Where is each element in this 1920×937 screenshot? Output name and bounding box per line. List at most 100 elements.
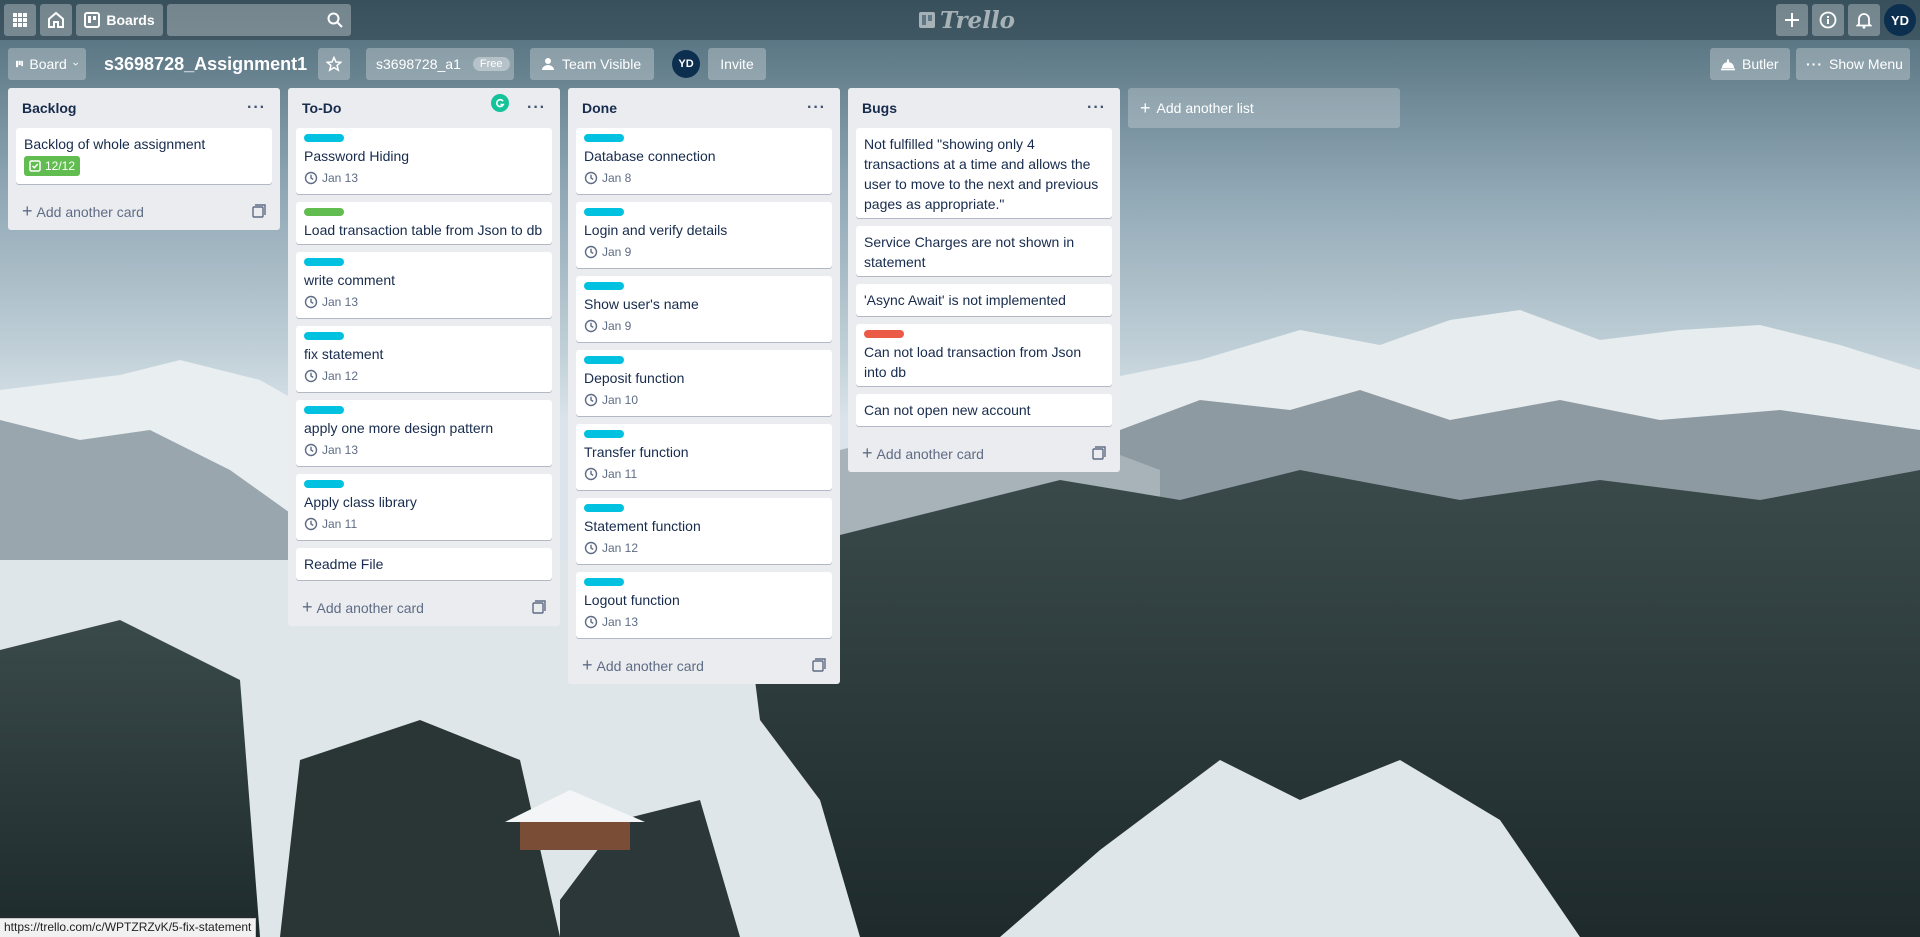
card-title: Readme File <box>304 556 384 572</box>
boards-label: Boards <box>106 12 155 28</box>
list-header[interactable]: Backlog ··· <box>16 88 272 128</box>
card[interactable]: write comment Jan 13 <box>296 252 552 318</box>
list-menu-icon[interactable]: ··· <box>807 99 826 117</box>
list-backlog: Backlog ··· Backlog of whole assignment … <box>8 88 280 230</box>
card[interactable]: Apply class library Jan 11 <box>296 474 552 540</box>
card-label <box>584 208 624 216</box>
list-title[interactable]: To-Do <box>302 100 341 116</box>
team-button[interactable]: s3698728_a1 Free <box>366 48 514 80</box>
list-title[interactable]: Bugs <box>862 100 897 116</box>
list-title[interactable]: Done <box>582 100 617 116</box>
card-title: Can not load transaction from Json into … <box>864 344 1082 380</box>
card-label <box>304 134 344 142</box>
card-title: Statement function <box>584 518 701 534</box>
card[interactable]: Login and verify details Jan 9 <box>576 202 832 268</box>
show-menu-button[interactable]: ··· Show Menu <box>1796 48 1910 80</box>
card-title: fix statement <box>304 346 384 362</box>
trello-logo-icon <box>919 12 935 28</box>
add-card-label: Add another card <box>36 203 144 220</box>
due-badge: Jan 13 <box>304 290 544 314</box>
home-button[interactable] <box>40 4 72 36</box>
card[interactable]: Transfer function Jan 11 <box>576 424 832 490</box>
board-view-switcher[interactable]: Board <box>8 48 86 80</box>
list-menu-icon[interactable]: ··· <box>247 99 266 117</box>
card-title: apply one more design pattern <box>304 420 494 436</box>
home-icon <box>48 11 64 28</box>
card[interactable]: Show user's name Jan 9 <box>576 276 832 342</box>
apps-button[interactable] <box>4 4 36 36</box>
card[interactable]: Backlog of whole assignment 12/12 <box>16 128 272 184</box>
list-header[interactable]: Bugs ··· <box>856 88 1112 128</box>
star-button[interactable] <box>318 48 350 80</box>
plus-icon: + <box>302 596 313 617</box>
card[interactable]: Can not load transaction from Json into … <box>856 324 1112 386</box>
card-label <box>304 258 344 266</box>
grammarly-g-icon <box>496 98 505 108</box>
card[interactable]: Not fulfilled "showing only 4 transactio… <box>856 128 1112 218</box>
create-button[interactable] <box>1776 4 1808 36</box>
card[interactable]: 'Async Await' is not implemented <box>856 284 1112 316</box>
visibility-button[interactable]: Team Visible <box>530 48 654 80</box>
due-badge: Jan 13 <box>304 166 544 190</box>
clock-icon <box>304 171 318 185</box>
add-card-button[interactable]: + Add another card <box>16 192 272 230</box>
card-template-icon[interactable] <box>812 658 826 672</box>
card[interactable]: Readme File <box>296 548 552 580</box>
list-header[interactable]: To-Do ··· <box>296 88 552 128</box>
add-list-label: Add another list <box>1156 100 1254 116</box>
due-date: Jan 13 <box>322 295 359 309</box>
grammarly-icon[interactable] <box>491 94 509 112</box>
card-template-icon[interactable] <box>1092 446 1106 460</box>
due-date: Jan 12 <box>602 541 639 555</box>
card-template-icon[interactable] <box>532 600 546 614</box>
add-card-button[interactable]: + Add another card <box>856 434 1112 472</box>
team-visible-icon <box>542 58 554 70</box>
trello-logo[interactable]: Trello <box>918 7 1015 34</box>
add-card-button[interactable]: + Add another card <box>576 646 832 684</box>
card[interactable]: Deposit function Jan 10 <box>576 350 832 416</box>
list-menu-icon[interactable]: ··· <box>1087 99 1106 117</box>
card[interactable]: Database connection Jan 8 <box>576 128 832 194</box>
status-bar-url: https://trello.com/c/WPTZRZvK/5-fix-stat… <box>0 918 257 937</box>
card-label <box>584 578 624 586</box>
list-menu-icon[interactable]: ··· <box>527 99 546 117</box>
board-title[interactable]: s3698728_Assignment1 <box>104 50 307 78</box>
card[interactable]: Can not open new account <box>856 394 1112 426</box>
card-title: Apply class library <box>304 494 417 510</box>
invite-button[interactable]: Invite <box>708 48 766 80</box>
add-list-button[interactable]: + Add another list <box>1128 88 1400 128</box>
boards-button[interactable]: Boards <box>76 4 163 36</box>
card[interactable]: apply one more design pattern Jan 13 <box>296 400 552 466</box>
user-avatar[interactable]: YD <box>1884 4 1916 36</box>
card-template-icon[interactable] <box>252 204 266 218</box>
card[interactable]: Statement function Jan 12 <box>576 498 832 564</box>
card-title: write comment <box>304 272 396 288</box>
card[interactable]: Load transaction table from Json to db <box>296 202 552 244</box>
list-header[interactable]: Done ··· <box>576 88 832 128</box>
clock-icon <box>584 245 598 259</box>
card-label <box>304 406 344 414</box>
butler-button[interactable]: Butler <box>1710 48 1790 80</box>
due-date: Jan 9 <box>602 319 632 333</box>
card-label <box>584 356 624 364</box>
card[interactable]: Service Charges are not shown in stateme… <box>856 226 1112 276</box>
member-initials: YD <box>678 58 694 70</box>
clock-icon <box>304 443 318 457</box>
apps-grid-icon <box>13 13 27 27</box>
due-badge: Jan 11 <box>304 512 544 536</box>
card[interactable]: Password Hiding Jan 13 <box>296 128 552 194</box>
card-label <box>584 134 624 142</box>
board-icon <box>84 12 101 28</box>
card-label <box>304 208 344 216</box>
plus-icon <box>1785 13 1799 27</box>
notifications-button[interactable] <box>1848 4 1880 36</box>
search-input[interactable] <box>167 4 351 36</box>
card[interactable]: Logout function Jan 13 <box>576 572 832 638</box>
add-card-button[interactable]: + Add another card <box>296 588 552 626</box>
info-button[interactable] <box>1812 4 1844 36</box>
member-avatar[interactable]: YD <box>672 50 700 78</box>
list-title[interactable]: Backlog <box>22 100 76 116</box>
due-date: Jan 11 <box>322 517 358 531</box>
list-done: Done ··· Database connection Jan 8 Login… <box>568 88 840 684</box>
card[interactable]: fix statement Jan 12 <box>296 326 552 392</box>
